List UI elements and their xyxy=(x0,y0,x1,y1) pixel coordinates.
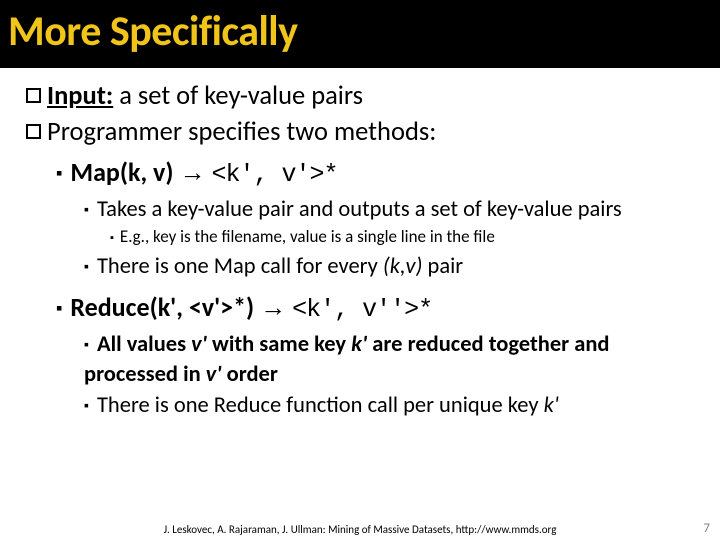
reduce-signature: Reduce(k', <v'>*) xyxy=(70,291,254,323)
square-bullet-icon: ▪ xyxy=(84,258,89,275)
map-signature: Map(k, v) xyxy=(70,156,173,188)
reduce-desc-1a: All values xyxy=(97,331,191,358)
map-signature-line: ▪ Map(k, v)→<k', v'>* xyxy=(56,156,706,191)
square-bullet-icon xyxy=(26,124,41,139)
map-desc-2: ▪ There is one Map call for every (k,v) p… xyxy=(84,252,706,281)
footer-citation: J. Leskovec, A. Rajaraman, J. Ullman: Mi… xyxy=(0,523,720,536)
title-bar: More Specifically xyxy=(0,0,720,68)
reduce-desc-1d: k' xyxy=(351,331,367,358)
reduce-desc-1b: v' xyxy=(191,331,207,358)
slide-title: More Specifically xyxy=(8,6,712,57)
bullet-programmer: Programmer specifies two methods: xyxy=(26,116,706,150)
reduce-desc-1c: with same key xyxy=(207,331,351,358)
map-desc-2a: There is one Map call for every xyxy=(97,253,383,280)
square-bullet-icon: ▪ xyxy=(56,297,62,319)
square-bullet-icon: ▪ xyxy=(84,336,89,353)
reduce-desc-1f: v' xyxy=(206,361,222,388)
map-desc-1-text: Takes a key-value pair and outputs a set… xyxy=(97,196,622,223)
reduce-desc-1g: order xyxy=(222,361,278,388)
reduce-signature-line: ▪ Reduce(k', <v'>*)→<k', v''>* xyxy=(56,291,706,326)
page-number: 7 xyxy=(703,521,710,536)
map-example-text: E.g., key is the filename, value is a si… xyxy=(120,226,495,247)
square-bullet-icon: ▪ xyxy=(110,231,114,244)
arrow-icon: → xyxy=(179,158,205,187)
map-desc-1: ▪ Takes a key-value pair and outputs a se… xyxy=(84,195,706,224)
square-bullet-icon xyxy=(26,88,41,103)
reduce-desc-1: ▪All values v' with same key k' are redu… xyxy=(84,330,706,389)
input-label: Input: xyxy=(47,80,113,112)
reduce-desc-2: ▪ There is one Reduce function call per u… xyxy=(84,391,706,420)
programmer-text: Programmer specifies two methods: xyxy=(47,116,436,148)
slide-body: Input: a set of key-value pairs Programm… xyxy=(0,68,720,420)
bullet-input: Input: a set of key-value pairs xyxy=(26,80,706,114)
square-bullet-icon: ▪ xyxy=(84,201,89,218)
square-bullet-icon: ▪ xyxy=(56,162,62,184)
map-rhs: <k', v'>* xyxy=(211,160,337,189)
reduce-rhs: <k', v''>* xyxy=(292,295,432,324)
input-text: a set of key-value pairs xyxy=(113,80,363,112)
reduce-desc-2b: k' xyxy=(544,392,559,419)
square-bullet-icon: ▪ xyxy=(84,397,89,414)
slide: More Specifically Input: a set of key-va… xyxy=(0,0,720,540)
map-example: ▪ E.g., key is the filename, value is a s… xyxy=(110,226,706,248)
map-desc-2c: pair xyxy=(422,253,463,280)
map-desc-2b: (k,v) xyxy=(383,253,423,280)
reduce-desc-2a: There is one Reduce function call per un… xyxy=(97,392,544,419)
arrow-icon: → xyxy=(260,293,286,322)
